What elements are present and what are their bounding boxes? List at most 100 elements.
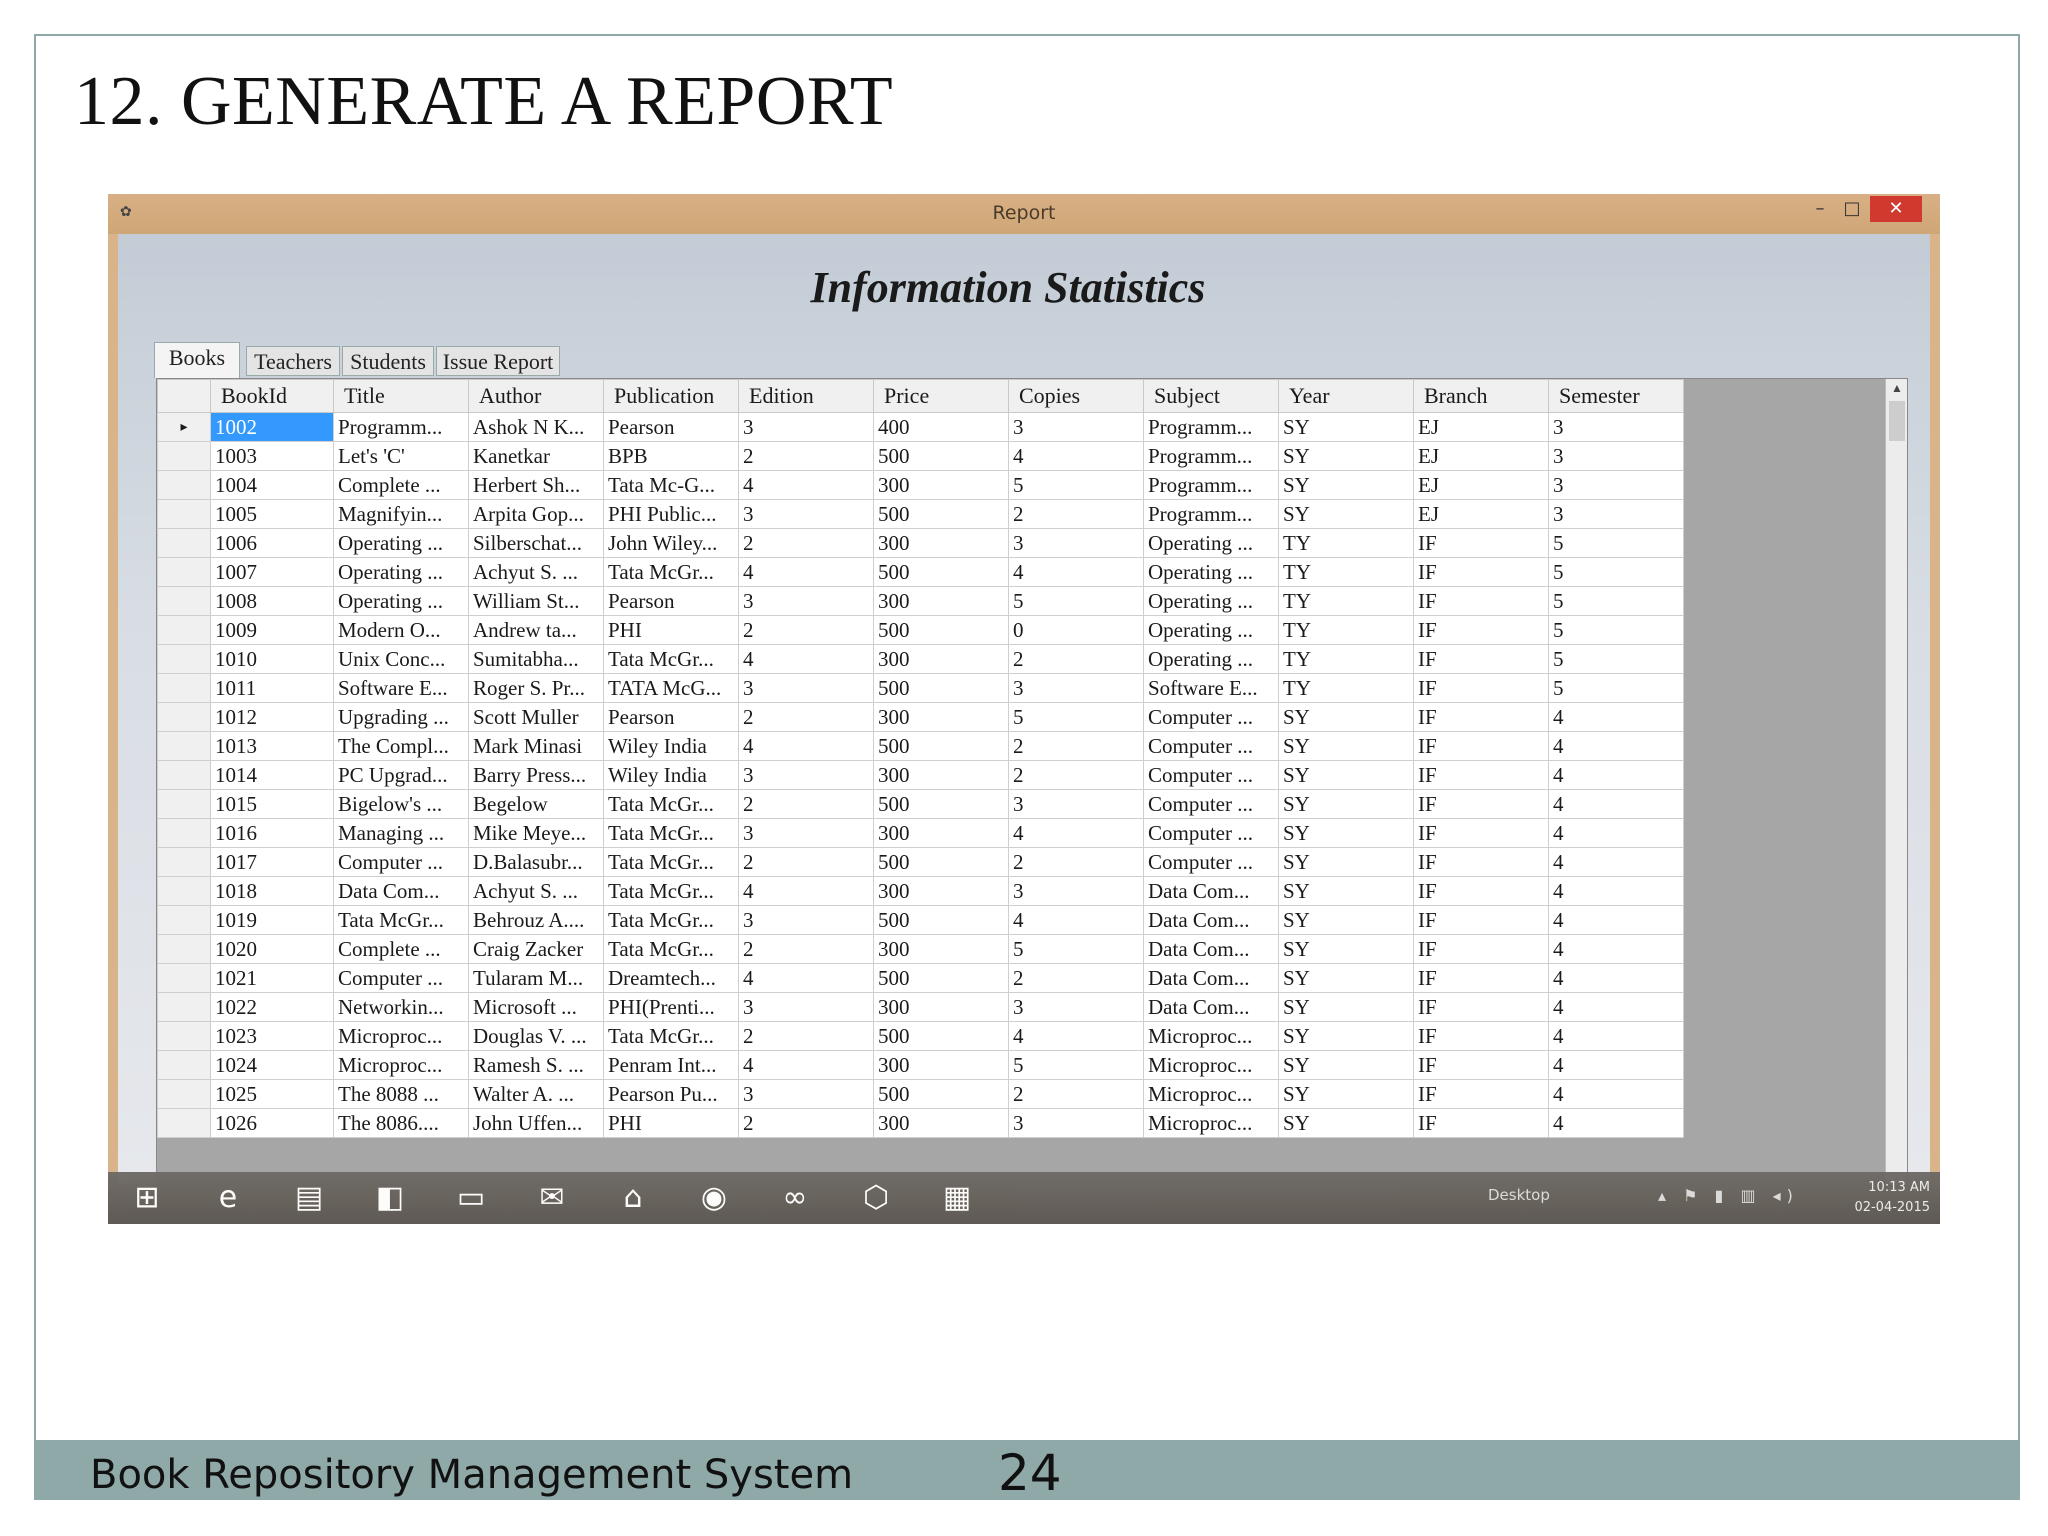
grid-cell-author[interactable]: Achyut S. ... [468,876,604,906]
grid-cell-edition[interactable]: 2 [738,934,874,964]
grid-cell-copies[interactable]: 4 [1008,1021,1144,1051]
grid-cell-semester[interactable]: 3 [1548,499,1684,529]
row-header[interactable] [157,644,211,674]
grid-cell-publication[interactable]: TATA McG... [603,673,739,703]
grid-cell-semester[interactable]: 4 [1548,1108,1684,1138]
table-row[interactable]: 1009 Modern O... Andrew ta... PHI 2 500 0 Opera… [157,615,1684,645]
table-row[interactable]: 1006 Operating ... Silberschat... John Wile… [157,528,1684,558]
grid-cell-copies[interactable]: 4 [1008,905,1144,935]
table-row[interactable]: 1019 Tata McGr... Behrouz A.... Tata McGr..… [157,905,1684,935]
table-row[interactable]: 1005 Magnifyin... Arpita Gop... PHI Public.… [157,499,1684,529]
grid-cell-title[interactable]: Microproc... [333,1050,469,1080]
grid-cell-author[interactable]: Scott Muller [468,702,604,732]
table-row[interactable]: 1007 Operating ... Achyut S. ... Tata McGr.… [157,557,1684,587]
column-header-price[interactable]: Price [873,379,1009,413]
table-row[interactable]: 1015 Bigelow's ... Begelow Tata McGr... 2 500… [157,789,1684,819]
grid-cell-subject[interactable]: Computer ... [1143,702,1279,732]
grid-cell-title[interactable]: Operating ... [333,557,469,587]
window-titlebar[interactable]: ✿ Report – □ ✕ [108,194,1940,234]
grid-cell-copies[interactable]: 2 [1008,847,1144,877]
grid-cell-author[interactable]: William St... [468,586,604,616]
grid-cell-publication[interactable]: Wiley India [603,731,739,761]
start-icon[interactable]: ⊞ [116,1176,178,1220]
grid-cell-author[interactable]: Barry Press... [468,760,604,790]
grid-cell-price[interactable]: 500 [873,789,1009,819]
home-icon[interactable]: ⌂ [602,1176,664,1220]
grid-cell-year[interactable]: TY [1278,644,1414,674]
computer-icon[interactable]: ▭ [440,1176,502,1220]
grid-cell-bookid[interactable]: 1005 [210,499,334,529]
grid-cell-bookid[interactable]: 1015 [210,789,334,819]
grid-cell-subject[interactable]: Data Com... [1143,905,1279,935]
column-header-edition[interactable]: Edition [738,379,874,413]
grid-cell-author[interactable]: Andrew ta... [468,615,604,645]
grid-cell-price[interactable]: 500 [873,1021,1009,1051]
grid-cell-title[interactable]: The Compl... [333,731,469,761]
vertical-scrollbar[interactable]: ▲ [1885,379,1907,1185]
grid-cell-edition[interactable]: 3 [738,673,874,703]
grid-cell-bookid[interactable]: 1021 [210,963,334,993]
grid-cell-author[interactable]: Craig Zacker [468,934,604,964]
grid-cell-author[interactable]: Ramesh S. ... [468,1050,604,1080]
grid-cell-edition[interactable]: 2 [738,1021,874,1051]
table-row[interactable]: 1022 Networkin... Microsoft ... PHI(Prenti.… [157,992,1684,1022]
row-header[interactable] [157,1021,211,1051]
grid-cell-branch[interactable]: IF [1413,586,1549,616]
grid-cell-copies[interactable]: 5 [1008,586,1144,616]
grid-cell-subject[interactable]: Microproc... [1143,1021,1279,1051]
grid-cell-copies[interactable]: 3 [1008,412,1144,442]
grid-cell-publication[interactable]: Tata McGr... [603,876,739,906]
grid-cell-publication[interactable]: Tata McGr... [603,818,739,848]
grid-cell-publication[interactable]: PHI Public... [603,499,739,529]
grid-cell-year[interactable]: TY [1278,528,1414,558]
grid-cell-bookid[interactable]: 1007 [210,557,334,587]
grid-cell-subject[interactable]: Microproc... [1143,1050,1279,1080]
grid-cell-semester[interactable]: 5 [1548,644,1684,674]
grid-cell-edition[interactable]: 2 [738,702,874,732]
grid-cell-author[interactable]: John Uffen... [468,1108,604,1138]
grid-cell-title[interactable]: The 8088 ... [333,1079,469,1109]
grid-cell-year[interactable]: SY [1278,905,1414,935]
grid-cell-publication[interactable]: PHI(Prenti... [603,992,739,1022]
tab-books[interactable]: Books [154,342,240,378]
close-button[interactable]: ✕ [1870,196,1922,222]
grid-cell-publication[interactable]: Dreamtech... [603,963,739,993]
grid-cell-branch[interactable]: IF [1413,702,1549,732]
grid-cell-subject[interactable]: Software E... [1143,673,1279,703]
grid-cell-publication[interactable]: PHI [603,615,739,645]
grid-cell-subject[interactable]: Microproc... [1143,1079,1279,1109]
grid-cell-subject[interactable]: Programm... [1143,499,1279,529]
grid-cell-title[interactable]: The 8086.... [333,1108,469,1138]
grid-cell-edition[interactable]: 4 [738,876,874,906]
table-row[interactable]: 1014 PC Upgrad... Barry Press... Wiley Indi… [157,760,1684,790]
grid-cell-branch[interactable]: IF [1413,528,1549,558]
grid-cell-price[interactable]: 300 [873,702,1009,732]
grid-cell-author[interactable]: Microsoft ... [468,992,604,1022]
box-icon[interactable]: ⬡ [845,1176,907,1220]
grid-cell-subject[interactable]: Operating ... [1143,615,1279,645]
row-header[interactable] [157,615,211,645]
grid-cell-title[interactable]: Tata McGr... [333,905,469,935]
grid-cell-edition[interactable]: 3 [738,818,874,848]
table-row[interactable]: 1023 Microproc... Douglas V. ... Tata McGr.… [157,1021,1684,1051]
grid-cell-title[interactable]: Complete ... [333,470,469,500]
grid-cell-price[interactable]: 300 [873,1108,1009,1138]
grid-cell-copies[interactable]: 2 [1008,644,1144,674]
grid-cell-semester[interactable]: 5 [1548,528,1684,558]
grid-cell-semester[interactable]: 4 [1548,934,1684,964]
grid-cell-year[interactable]: SY [1278,1050,1414,1080]
grid-cell-copies[interactable]: 3 [1008,876,1144,906]
grid-cell-semester[interactable]: 4 [1548,1021,1684,1051]
grid-cell-bookid[interactable]: 1003 [210,441,334,471]
grid-cell-semester[interactable]: 4 [1548,760,1684,790]
grid-cell-title[interactable]: Unix Conc... [333,644,469,674]
grid-cell-year[interactable]: SY [1278,702,1414,732]
books-data-grid[interactable]: BookId Title Author Publication Edition Price… [157,379,1684,1138]
tab-teachers[interactable]: Teachers [246,346,340,376]
column-header-year[interactable]: Year [1278,379,1414,413]
grid-cell-publication[interactable]: Tata McGr... [603,934,739,964]
grid-cell-semester[interactable]: 4 [1548,702,1684,732]
grid-cell-year[interactable]: SY [1278,789,1414,819]
grid-cell-price[interactable]: 400 [873,412,1009,442]
table-row[interactable]: 1021 Computer ... Tularam M... Dreamtech...… [157,963,1684,993]
